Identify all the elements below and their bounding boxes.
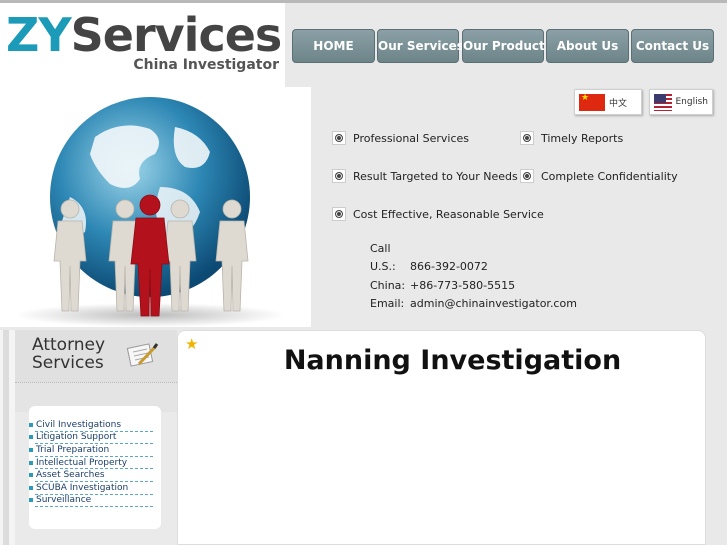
language-chinese-button[interactable]: 中文	[574, 89, 642, 115]
document-pen-icon	[126, 343, 159, 367]
sidebar-title-line2: Services	[32, 353, 104, 373]
sidebar-item-scuba-investigation[interactable]: SCUBA Investigation	[35, 482, 153, 495]
left-decor-strip	[0, 330, 15, 545]
logo-title: ZYServices	[6, 5, 283, 65]
nav-our-product[interactable]: Our Product	[462, 29, 545, 63]
contact-row-china: China: +86-773-580-5515	[370, 276, 577, 295]
radio-bullet-icon	[520, 131, 534, 145]
nav-about-us[interactable]: About Us	[546, 29, 629, 63]
feature-label: Complete Confidentiality	[541, 169, 678, 183]
feature-label: Cost Effective, Reasonable Service	[353, 207, 544, 221]
sidebar-item-surveillance[interactable]: Surveillance	[35, 495, 153, 508]
attorney-services-list: Civil Investigations Litigation Support …	[29, 406, 161, 529]
logo-services: Services	[70, 8, 283, 62]
contact-row-email: Email: admin@chinainvestigator.com	[370, 295, 577, 314]
feature-item: Complete Confidentiality	[520, 169, 678, 183]
feature-item: Result Targeted to Your Needs	[332, 169, 518, 183]
language-chinese-label: 中文	[609, 98, 628, 109]
feature-label: Professional Services	[353, 131, 469, 145]
sidebar-item-intellectual-property[interactable]: Intellectual Property	[35, 457, 153, 470]
hero-globe-image	[0, 87, 311, 327]
radio-bullet-icon	[332, 169, 346, 183]
main-content: ★ Nanning Investigation	[177, 330, 706, 545]
radio-bullet-icon	[520, 169, 534, 183]
feature-item: Timely Reports	[520, 131, 623, 145]
globe-people-illustration	[15, 97, 285, 327]
header: ZYServices China Investigator HOME Our S…	[0, 3, 727, 87]
radio-bullet-icon	[332, 207, 346, 221]
sidebar-item-asset-searches[interactable]: Asset Searches	[35, 469, 153, 482]
logo-tagline: China Investigator	[133, 57, 279, 73]
page-title: Nanning Investigation	[283, 345, 622, 376]
right-margin	[706, 330, 727, 545]
language-english-label: English	[675, 97, 709, 107]
nav-our-services[interactable]: Our Services	[377, 29, 464, 63]
nav-home[interactable]: HOME	[292, 29, 375, 63]
contact-row-us: U.S.: 866-392-0072	[370, 258, 577, 277]
contact-value: 866-392-0072	[410, 260, 488, 274]
sidebar-title: Attorney Services	[32, 336, 105, 372]
contact-email-link[interactable]: admin@chinainvestigator.com	[410, 297, 577, 310]
logo[interactable]: ZYServices China Investigator	[0, 3, 285, 87]
nav-contact-us[interactable]: Contact Us	[631, 29, 714, 63]
contact-label: Email:	[370, 297, 405, 311]
contact-info: Call U.S.: 866-392-0072 China: +86-773-5…	[370, 239, 577, 313]
feature-label: Timely Reports	[541, 131, 624, 145]
china-flag-icon	[579, 93, 605, 111]
language-english-button[interactable]: English	[649, 89, 713, 115]
contact-label: U.S.:	[370, 260, 396, 274]
sidebar-header: Attorney Services	[15, 330, 177, 382]
contact-heading: Call	[370, 241, 391, 255]
contact-label: China:	[370, 278, 406, 292]
sidebar-title-line1: Attorney	[32, 335, 106, 355]
sidebar-item-civil-investigations[interactable]: Civil Investigations	[35, 419, 153, 432]
sidebar-item-trial-preparation[interactable]: Trial Preparation	[35, 444, 153, 457]
feature-item: Cost Effective, Reasonable Service	[332, 207, 544, 221]
radio-bullet-icon	[332, 131, 346, 145]
sidebar-item-litigation-support[interactable]: Litigation Support	[35, 432, 153, 445]
feature-label: Result Targeted to Your Needs	[353, 169, 518, 183]
feature-item: Professional Services	[332, 131, 469, 145]
hero-info-panel: 中文 English Professional Services Timely …	[311, 87, 727, 327]
sidebar: Attorney Services Civil Investigations L…	[15, 330, 177, 545]
us-flag-icon	[654, 93, 672, 111]
contact-value: +86-773-580-5515	[410, 278, 516, 292]
page: ZYServices China Investigator HOME Our S…	[0, 0, 727, 545]
logo-zy: ZY	[6, 8, 72, 62]
